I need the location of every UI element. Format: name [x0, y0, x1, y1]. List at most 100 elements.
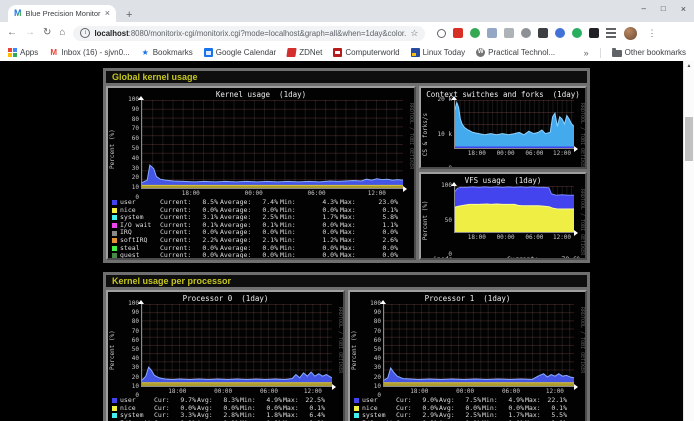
plot-area: [383, 304, 574, 387]
bookmark-label: Linux Today: [423, 48, 466, 57]
pin-extension-icon[interactable]: [589, 28, 599, 38]
legend-swatch-icon: [112, 246, 117, 251]
titlebar: M Blue Precision Monitorix × + – □ ×: [0, 0, 694, 22]
new-tab-button[interactable]: +: [126, 8, 132, 22]
zdnet-icon: [287, 48, 297, 57]
legend-swatch-icon: [112, 238, 117, 243]
scrollbar-thumb[interactable]: [685, 117, 693, 161]
legend-row: niceCurrent:0.0%Average:0.0%Min:0.0%Max:…: [112, 207, 410, 215]
x-axis-ticks: 18:0000:0006:0012:00: [454, 149, 574, 158]
pages-extension-icon[interactable]: [487, 28, 497, 38]
other-bookmarks-button[interactable]: Other bookmarks: [612, 48, 686, 57]
legend-swatch-icon: [425, 258, 430, 260]
monitorix-favicon-icon: M: [14, 9, 22, 18]
legend-row: inodeCurrent:70.6%: [425, 256, 581, 260]
processor-0-graph[interactable]: Processor 0 (1day)Percent (%)10090807060…: [106, 290, 345, 421]
kernel-usage-graph[interactable]: Kernel usage (1day)Percent (%)1009080706…: [106, 86, 416, 260]
bookmarks-bar: Apps MInbox (16) - sjvn0... ★Bookmarks Goog…: [0, 44, 694, 62]
bookmark-label: Inbox (16) - sjvn0...: [61, 48, 129, 57]
page-scrollbar[interactable]: ▲: [683, 61, 694, 421]
bookmark-zdnet[interactable]: ZDNet: [287, 48, 322, 57]
plot-area: [141, 100, 403, 189]
y-axis-ticks: 20 k10 k0: [432, 100, 454, 169]
profile-avatar[interactable]: [624, 27, 637, 40]
bookmarks-overflow-icon[interactable]: »: [584, 48, 589, 58]
green-extension-icon[interactable]: [470, 28, 480, 38]
section-title: Global kernel usage: [106, 71, 587, 83]
folder-icon: [612, 50, 622, 57]
y-axis-label: Percent (%): [422, 186, 432, 255]
bookmark-items: Apps MInbox (16) - sjvn0... ★Bookmarks Goog…: [8, 48, 555, 57]
browser-tab[interactable]: M Blue Precision Monitorix ×: [8, 5, 116, 22]
legend-row: IRQCurrent:0.0%Average:0.0%Min:0.0%Max:0…: [112, 229, 410, 237]
green-dot-extension-icon[interactable]: [572, 28, 582, 38]
bookmark-linuxtoday[interactable]: Linux Today: [411, 48, 466, 57]
section-global-kernel-usage: Global kernel usage Kernel usage (1day)P…: [103, 68, 590, 263]
legend-row: stealCurrent:0.0%Average:0.0%Min:0.0%Max…: [112, 245, 410, 253]
back-icon[interactable]: ←: [7, 27, 17, 39]
y-axis-ticks: 1009080706050403020100: [119, 100, 141, 198]
dark-extension-icon[interactable]: [538, 28, 548, 38]
legend-row: I/O waitCurrent:0.1%Average:0.1%Min:0.0%…: [112, 222, 410, 230]
minimize-button[interactable]: –: [641, 4, 645, 14]
legend-swatch-icon: [112, 413, 117, 418]
legend-row: guestCurrent:0.0%Average:0.0%Min:0.0%Max…: [112, 252, 410, 260]
bookmark-apps[interactable]: Apps: [8, 48, 38, 57]
y-axis-ticks: 1009080706050403020100: [361, 304, 383, 396]
computerworld-icon: [333, 48, 342, 57]
legend-row: userCurrent:8.5%Average:7.4%Min:4.3%Max:…: [112, 199, 410, 207]
bookmark-calendar[interactable]: Google Calendar: [204, 48, 276, 57]
bookmark-star-icon[interactable]: ☆: [410, 28, 418, 39]
y-axis-label: Percent (%): [109, 304, 119, 396]
bookmark-label: ZDNet: [299, 48, 322, 57]
processor-1-graph[interactable]: Processor 1 (1day)Percent (%)10090807060…: [348, 290, 587, 421]
url-text: localhost:8080/monitorix-cgi/monitorix.c…: [94, 29, 406, 38]
bookmark-gmail[interactable]: MInbox (16) - sjvn0...: [49, 48, 129, 57]
tab-title: Blue Precision Monitorix: [26, 9, 101, 18]
y-axis-ticks: 100500: [432, 186, 454, 255]
plot-area: [454, 100, 574, 149]
graph-legend: userCur:9.7%Avg:8.3%Min:4.9%Max:22.5%nic…: [108, 396, 343, 421]
rrdtool-watermark: RRDTOOL / TOBI OETIKER: [332, 304, 343, 396]
gmail-extension-icon[interactable]: [453, 28, 463, 38]
home-icon[interactable]: ⌂: [59, 27, 65, 39]
bookmark-star[interactable]: ★Bookmarks: [141, 48, 193, 57]
legend-swatch-icon: [112, 208, 117, 213]
address-bar[interactable]: i localhost:8080/monitorix-cgi/monitorix…: [73, 26, 425, 41]
bookmark-computerworld[interactable]: Computerworld: [333, 48, 399, 57]
rrdtool-watermark: RRDTOOL / TOBI OETIKER: [403, 100, 414, 198]
legend-swatch-icon: [112, 200, 117, 205]
rrdtool-watermark: RRDTOOL / TOBI OETIKER: [574, 186, 585, 255]
gmail-icon: M: [49, 48, 58, 57]
legend-swatch-icon: [112, 231, 117, 236]
reload-icon[interactable]: ↻: [43, 27, 51, 39]
chrome-menu-icon[interactable]: ⋮: [645, 28, 658, 39]
vfs-usage-graph[interactable]: VFS usage (1day)Percent (%)10050018:0000…: [419, 172, 587, 260]
plot-area: [454, 186, 574, 233]
maximize-button[interactable]: □: [661, 4, 666, 14]
list-extension-icon[interactable]: [606, 28, 616, 38]
legend-row: softIRQCurrent:2.2%Average:2.1%Min:1.2%M…: [112, 237, 410, 245]
legend-row: systemCurrent:3.1%Average:2.5%Min:1.7%Ma…: [112, 214, 410, 222]
gray-extension-icon[interactable]: [504, 28, 514, 38]
scrollbar-up-icon[interactable]: ▲: [684, 63, 694, 69]
x-axis-ticks: 18:0000:0006:0012:00: [141, 189, 403, 198]
legend-swatch-icon: [112, 215, 117, 220]
glasses-extension-icon[interactable]: [521, 28, 531, 38]
window-close-button[interactable]: ×: [681, 4, 686, 14]
rrdtool-watermark: RRDTOOL / TOBI OETIKER: [574, 304, 585, 396]
star-icon: ★: [141, 48, 150, 57]
bookmarks-divider: [600, 48, 601, 58]
bookmark-label: Bookmarks: [153, 48, 193, 57]
bookmark-wordpress[interactable]: WPractical Technol...: [476, 48, 555, 57]
context-switches-graph[interactable]: Context switches and forks (1day)CS & fo…: [419, 86, 587, 169]
blue-extension-icon[interactable]: [555, 28, 565, 38]
legend-swatch-icon: [112, 253, 117, 258]
bookmark-label: Apps: [20, 48, 38, 57]
section-title: Kernel usage per processor: [106, 275, 587, 287]
forward-icon[interactable]: →: [25, 27, 35, 39]
legend-swatch-icon: [112, 223, 117, 228]
tab-close-icon[interactable]: ×: [105, 9, 110, 18]
search-extension-icon[interactable]: [437, 29, 446, 38]
page-info-icon[interactable]: i: [80, 28, 90, 38]
